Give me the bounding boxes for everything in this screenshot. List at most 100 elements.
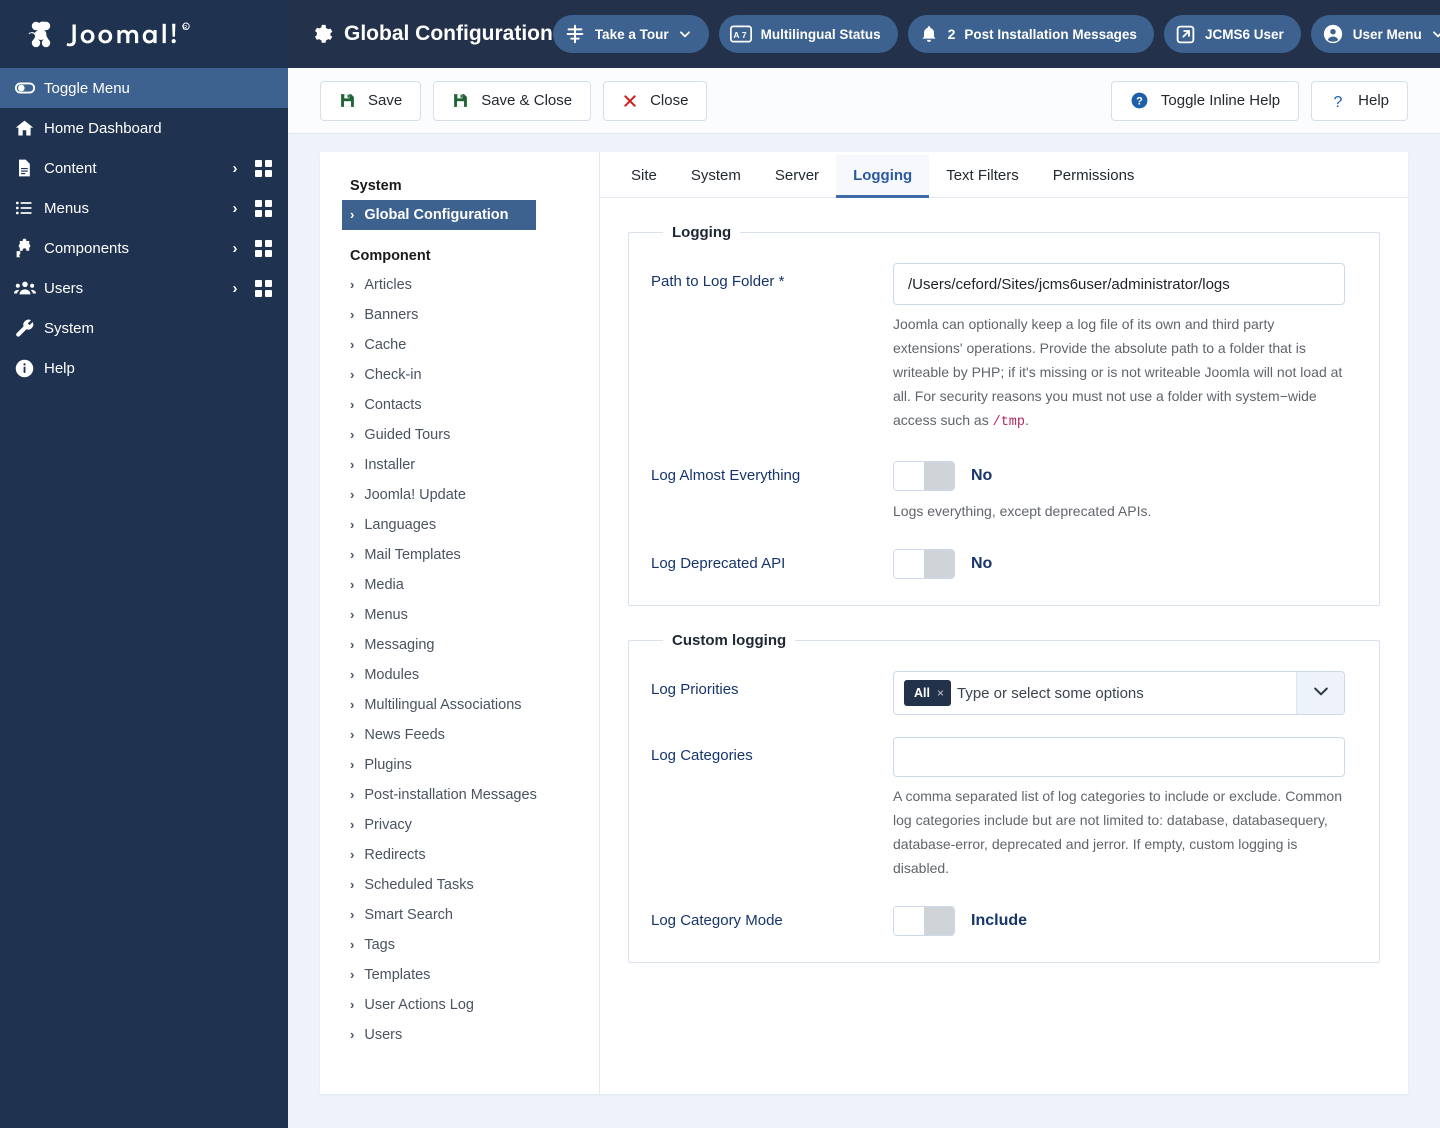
path-to-log-folder-input[interactable]: /Users/ceford/Sites/jcms6user/administra…	[893, 263, 1345, 305]
post-installation-messages-button[interactable]: 2 Post Installation Messages	[907, 15, 1154, 53]
grid-icon	[254, 239, 272, 257]
components-dashboard-grid-button[interactable]	[248, 239, 278, 257]
log-category-mode-toggle[interactable]	[893, 906, 955, 936]
log-almost-everything-label: Log Almost Everything	[651, 467, 801, 484]
cfg-item-menus[interactable]: › Menus	[342, 600, 581, 630]
cfg-item-guided-tours[interactable]: › Guided Tours	[342, 420, 581, 450]
chevron-right-icon[interactable]: ›	[222, 200, 248, 217]
toggle-inline-help-button[interactable]: ? Toggle Inline Help	[1110, 80, 1300, 121]
content-dashboard-grid-button[interactable]	[248, 159, 278, 177]
sidebar-item-menus[interactable]: Menus ›	[0, 188, 288, 228]
log-priorities-chip-all[interactable]: All ×	[904, 680, 951, 706]
svg-text:7: 7	[741, 30, 746, 40]
cfg-item-smart-search[interactable]: › Smart Search	[342, 900, 581, 930]
tab-logging[interactable]: Logging	[836, 155, 930, 198]
help-button[interactable]: ? Help	[1311, 80, 1408, 121]
page-title-text: Global Configuration	[344, 22, 553, 45]
cfg-item-media[interactable]: › Media	[342, 570, 581, 600]
system-heading: System	[350, 178, 402, 194]
take-a-tour-label: Take a Tour	[594, 26, 669, 42]
log-deprecated-api-control: No	[893, 545, 1345, 579]
cfg-item-label: Smart Search	[364, 907, 453, 923]
log-priorities-dropdown-button[interactable]	[1296, 672, 1344, 714]
cfg-item-redirects[interactable]: › Redirects	[342, 840, 581, 870]
menus-dashboard-grid-button[interactable]	[248, 199, 278, 217]
cfg-item-plugins[interactable]: › Plugins	[342, 750, 581, 780]
tab-system[interactable]: System	[674, 155, 758, 198]
log-priorities-placeholder: Type or select some options	[957, 684, 1144, 702]
cfg-item-messaging[interactable]: › Messaging	[342, 630, 581, 660]
cfg-item-privacy[interactable]: › Privacy	[342, 810, 581, 840]
log-categories-input[interactable]	[893, 737, 1345, 777]
cfg-item-contacts[interactable]: › Contacts	[342, 390, 581, 420]
cfg-item-post-installation-messages[interactable]: › Post-installation Messages	[342, 780, 581, 810]
log-priorities-select[interactable]: All × Type or select some options	[893, 671, 1345, 715]
sidebar-item-content[interactable]: Content ›	[0, 148, 288, 188]
chip-remove-icon[interactable]: ×	[937, 686, 944, 700]
sidebar-item-system[interactable]: System	[0, 308, 288, 348]
log-deprecated-api-value: No	[971, 555, 993, 572]
component-heading: Component	[350, 248, 431, 264]
cfg-item-global-configuration[interactable]: › Global Configuration	[342, 200, 536, 230]
cfg-item-users[interactable]: › Users	[342, 1020, 581, 1050]
cfg-item-joomla-update[interactable]: › Joomla! Update	[342, 480, 581, 510]
chevron-right-icon: ›	[350, 877, 355, 892]
cfg-item-banners[interactable]: › Banners	[342, 300, 581, 330]
sidebar-item-home-dashboard[interactable]: Home Dashboard	[0, 108, 288, 148]
chevron-right-icon[interactable]: ›	[222, 280, 248, 297]
chevron-right-icon: ›	[350, 277, 355, 292]
tab-site[interactable]: Site	[614, 155, 674, 198]
sidebar-item-users[interactable]: Users ›	[0, 268, 288, 308]
field-path-to-log-folder: Path to Log Folder * /Users/ceford/Sites…	[651, 263, 1357, 435]
cfg-item-articles[interactable]: › Articles	[342, 270, 581, 300]
multilingual-status-button[interactable]: A 7 Multilingual Status	[718, 15, 898, 53]
close-icon	[622, 93, 638, 109]
cfg-item-multilingual-associations[interactable]: › Multilingual Associations	[342, 690, 581, 720]
chevron-right-icon: ›	[350, 967, 355, 982]
cfg-item-label: Contacts	[364, 397, 422, 413]
chevron-right-icon: ›	[350, 997, 355, 1012]
close-button[interactable]: Close	[603, 80, 708, 121]
save-button[interactable]: Save	[320, 80, 422, 121]
sidebar-item-toggle-menu[interactable]: Toggle Menu	[0, 68, 288, 108]
cfg-item-tags[interactable]: › Tags	[342, 930, 581, 960]
configuration-form: Site System Server Logging Text Filters …	[600, 152, 1408, 1094]
sidebar-item-components[interactable]: Components ›	[0, 228, 288, 268]
cfg-item-languages[interactable]: › Languages	[342, 510, 581, 540]
cfg-item-check-in[interactable]: › Check-in	[342, 360, 581, 390]
cfg-item-cache[interactable]: › Cache	[342, 330, 581, 360]
tab-permissions[interactable]: Permissions	[1036, 155, 1152, 198]
wrench-icon	[14, 318, 44, 339]
take-a-tour-button[interactable]: Take a Tour	[552, 15, 709, 53]
chevron-right-icon[interactable]: ›	[222, 160, 248, 177]
external-link-icon	[1175, 24, 1196, 45]
log-almost-everything-toggle[interactable]	[893, 461, 955, 491]
chevron-right-icon: ›	[350, 487, 355, 502]
tab-text-filters[interactable]: Text Filters	[929, 155, 1036, 198]
log-almost-everything-value: No	[971, 467, 993, 484]
site-preview-button[interactable]: JCMS6 User	[1163, 15, 1301, 53]
chevron-right-icon: ›	[350, 337, 355, 352]
cfg-item-scheduled-tasks[interactable]: › Scheduled Tasks	[342, 870, 581, 900]
save-and-close-button[interactable]: Save & Close	[433, 80, 592, 121]
cfg-item-installer[interactable]: › Installer	[342, 450, 581, 480]
cfg-item-news-feeds[interactable]: › News Feeds	[342, 720, 581, 750]
cfg-item-modules[interactable]: › Modules	[342, 660, 581, 690]
cfg-component-rows: › Articles › Banners › Cache › Check-in › Contact…	[350, 270, 581, 1050]
custom-logging-legend: Custom logging	[672, 632, 787, 649]
chevron-right-icon[interactable]: ›	[222, 240, 248, 257]
cfg-item-label: Menus	[364, 607, 408, 623]
sidebar-item-help[interactable]: Help	[0, 348, 288, 388]
chevron-right-icon: ›	[350, 577, 355, 592]
cfg-item-user-actions-log[interactable]: › User Actions Log	[342, 990, 581, 1020]
cfg-item-mail-templates[interactable]: › Mail Templates	[342, 540, 581, 570]
joomla-brand[interactable]: R	[0, 0, 288, 68]
user-menu-button[interactable]: User Menu	[1310, 15, 1440, 53]
cfg-item-templates[interactable]: › Templates	[342, 960, 581, 990]
log-priorities-label: Log Priorities	[651, 681, 739, 698]
sidebar-item-label: Menus	[44, 199, 90, 217]
log-deprecated-api-toggle[interactable]	[893, 549, 955, 579]
tab-server[interactable]: Server	[758, 155, 836, 198]
users-dashboard-grid-button[interactable]	[248, 279, 278, 297]
sidebar-item-label: Toggle Menu	[44, 79, 130, 97]
